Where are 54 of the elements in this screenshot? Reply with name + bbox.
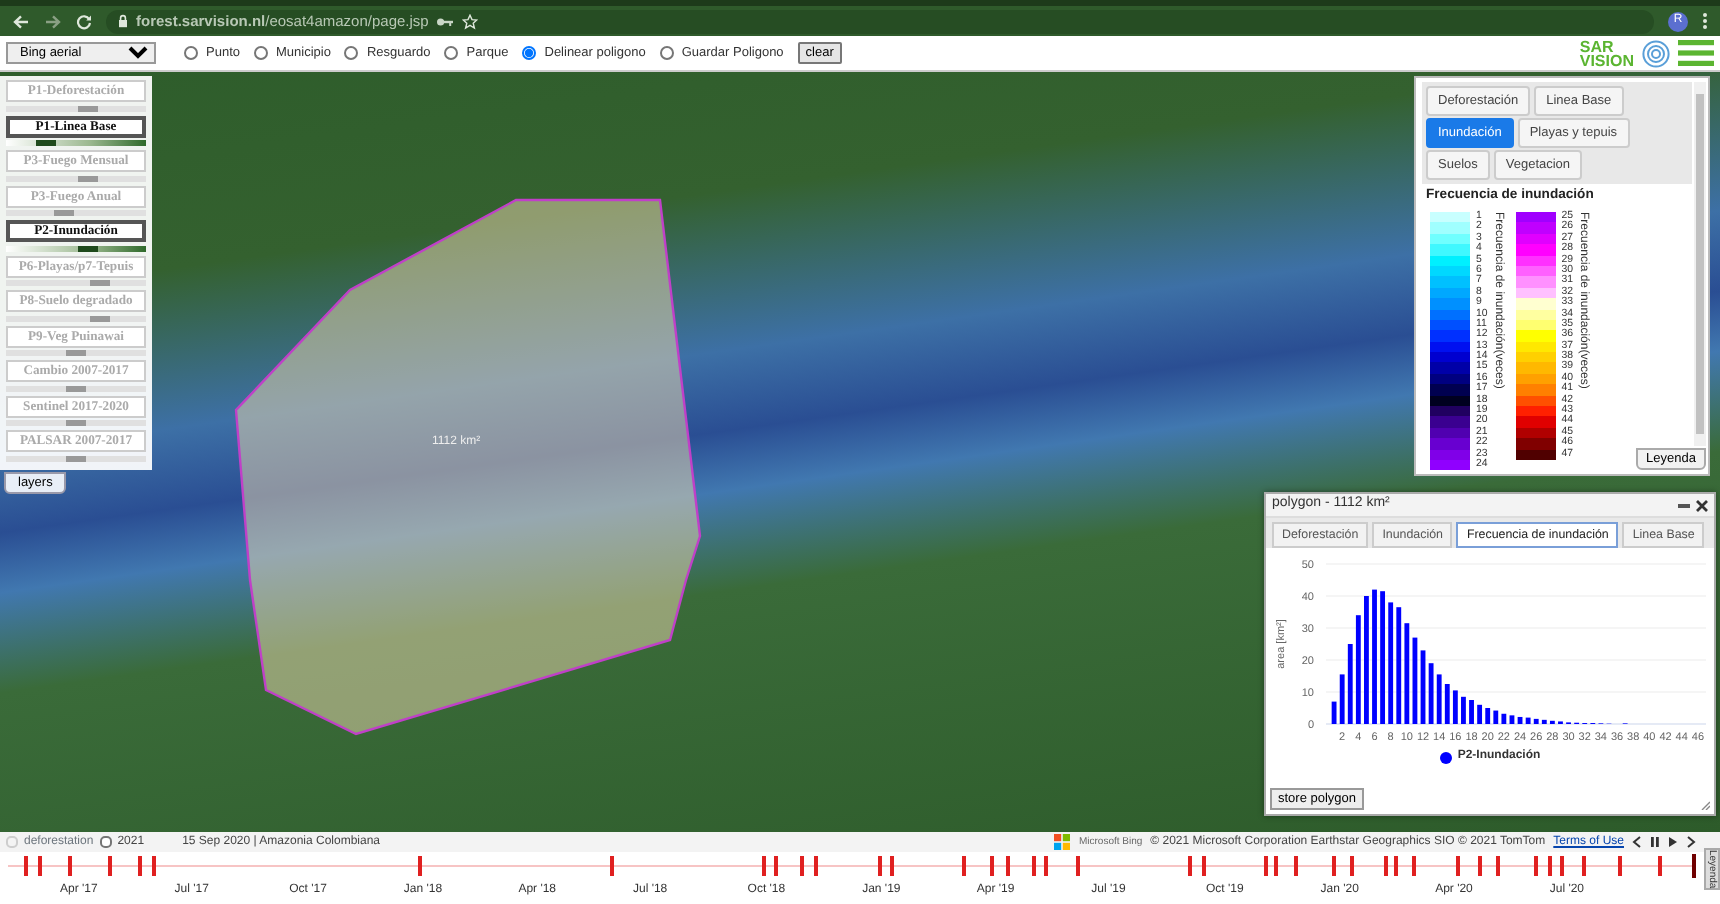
slider-thumb[interactable] [36, 140, 56, 146]
play-icon[interactable] [1668, 836, 1678, 848]
slider-track[interactable] [6, 210, 146, 216]
chart-bar [1364, 596, 1369, 724]
slider-thumb[interactable] [66, 350, 86, 356]
slider-thumb[interactable] [54, 210, 74, 216]
radar-rings-icon [1642, 39, 1670, 67]
back-arrow-icon[interactable] [12, 13, 30, 29]
slider-track[interactable] [6, 175, 146, 181]
slider-track[interactable] [6, 315, 146, 321]
resize-grip-icon[interactable] [1700, 800, 1710, 810]
menu-icon[interactable] [1678, 40, 1714, 66]
chart-bar [1461, 696, 1466, 724]
star-icon[interactable] [462, 13, 479, 29]
slider-thumb[interactable] [90, 315, 110, 321]
logo-text: SAR [1579, 39, 1614, 53]
chart-bar [1380, 591, 1385, 724]
slider-track[interactable] [6, 455, 146, 461]
slider-track[interactable] [6, 105, 146, 111]
slider-track[interactable] [6, 140, 146, 146]
radio-button[interactable] [184, 46, 198, 60]
slider-track[interactable] [6, 350, 146, 356]
radio-button[interactable] [344, 46, 359, 60]
slider-thumb[interactable] [66, 455, 86, 461]
slider-thumb[interactable] [66, 385, 86, 391]
slider-thumb[interactable] [78, 175, 98, 181]
slider-thumb[interactable] [78, 245, 98, 251]
pause-icon[interactable] [1650, 836, 1660, 848]
slider-track[interactable] [6, 385, 146, 391]
logo-text: VISION [1579, 53, 1634, 67]
radio-button[interactable] [522, 46, 537, 60]
checkbox[interactable] [99, 836, 112, 848]
slider-track[interactable] [6, 245, 146, 251]
minimize-icon[interactable] [1678, 499, 1690, 511]
scrollbar[interactable] [1694, 82, 1706, 446]
slider-thumb[interactable] [90, 280, 110, 286]
step-back-icon[interactable] [1632, 836, 1642, 848]
radio-button[interactable] [444, 46, 459, 60]
key-icon[interactable] [436, 15, 455, 27]
slider-track[interactable] [6, 280, 146, 286]
more-options-icon[interactable] [1702, 12, 1708, 30]
lock-icon [118, 14, 128, 28]
reload-icon[interactable] [76, 13, 92, 29]
microsoft-logo-icon [1054, 834, 1071, 850]
chart-bar [1372, 589, 1377, 724]
forward-arrow-icon[interactable] [44, 13, 62, 29]
radio-button[interactable] [659, 46, 674, 60]
close-icon[interactable] [1696, 499, 1708, 511]
slider-track[interactable] [6, 420, 146, 426]
step-forward-icon[interactable] [1686, 836, 1696, 848]
slider-thumb[interactable] [78, 105, 98, 111]
slider-thumb[interactable] [66, 420, 86, 426]
chart-bar [1469, 700, 1474, 724]
radio-button[interactable] [254, 46, 268, 60]
